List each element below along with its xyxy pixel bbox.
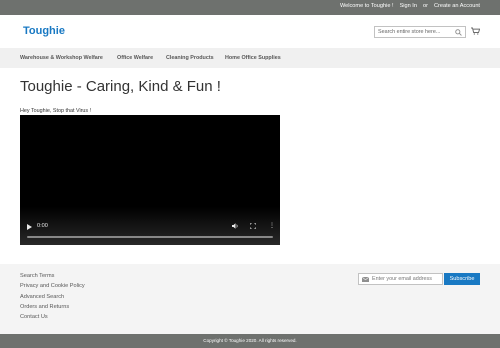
- volume-icon[interactable]: [232, 223, 239, 229]
- newsletter-email-input[interactable]: Enter your email address: [358, 273, 443, 285]
- page-title: Toughie - Caring, Kind & Fun !: [20, 78, 221, 95]
- header-links: Welcome to Toughie ! Sign In or Create a…: [340, 3, 480, 9]
- footer-link-orders-returns[interactable]: Orders and Returns: [20, 304, 69, 310]
- footer-link-advanced-search[interactable]: Advanced Search: [20, 294, 64, 300]
- footer-link-search-terms[interactable]: Search Terms: [20, 273, 54, 279]
- footer-link-privacy-cookie-policy[interactable]: Privacy and Cookie Policy: [20, 283, 85, 289]
- subscribe-button[interactable]: Subscribe: [444, 273, 480, 285]
- create-account-link[interactable]: Create an Account: [434, 3, 480, 9]
- envelope-icon: [362, 277, 369, 282]
- site-header: Toughie Search entire store here...: [0, 15, 500, 48]
- nav-item-office-welfare[interactable]: Office Welfare: [117, 55, 153, 61]
- site-footer: Search Terms Privacy and Cookie Policy A…: [0, 264, 500, 334]
- or-text: or: [422, 3, 428, 9]
- video-progress-bar[interactable]: [27, 236, 273, 238]
- search-input[interactable]: Search entire store here...: [374, 26, 466, 38]
- footer-link-contact-us[interactable]: Contact Us: [20, 314, 48, 320]
- play-icon[interactable]: [27, 224, 32, 230]
- top-bar: Welcome to Toughie ! Sign In or Create a…: [0, 0, 500, 15]
- nav-item-warehouse-workshop-welfare[interactable]: Warehouse & Workshop Welfare: [20, 55, 103, 61]
- video-controls-overlay: [20, 207, 280, 245]
- video-caption: Hey Toughie, Stop that Virus !: [20, 108, 92, 114]
- main-navigation: Warehouse & Workshop Welfare Office Welf…: [0, 48, 500, 68]
- newsletter-placeholder: Enter your email address: [372, 276, 432, 282]
- welcome-message: Welcome to Toughie !: [339, 3, 394, 9]
- search-placeholder: Search entire store here...: [378, 29, 441, 35]
- more-options-icon[interactable]: ⋮: [269, 223, 275, 229]
- video-time: 0:00: [37, 223, 48, 229]
- nav-item-home-office-supplies[interactable]: Home Office Supplies: [225, 55, 281, 61]
- fullscreen-icon[interactable]: [250, 223, 256, 229]
- sign-in-link[interactable]: Sign In: [400, 3, 417, 9]
- copyright-bar: Copyright © Toughie 2020. All rights res…: [0, 334, 500, 348]
- search-icon[interactable]: [455, 29, 462, 36]
- cart-icon[interactable]: [471, 27, 480, 35]
- video-player[interactable]: 0:00 ⋮: [20, 115, 280, 245]
- nav-item-cleaning-products[interactable]: Cleaning Products: [166, 55, 214, 61]
- site-logo[interactable]: Toughie: [23, 25, 65, 37]
